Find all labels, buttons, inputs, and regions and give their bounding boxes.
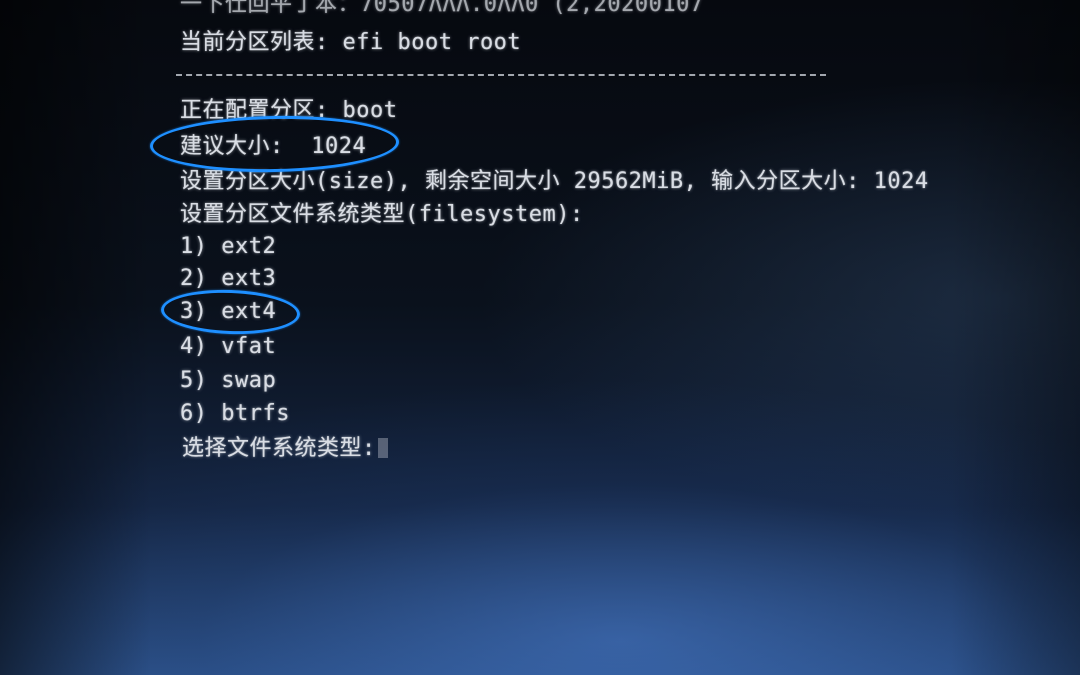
installer-console: 一下仕回平丁本：70507ΛΛΛ.0ΛΛ0 (2,20200107 当前分区列表… — [0, 0, 1080, 675]
select-filesystem-prompt[interactable]: 选择文件系统类型: — [182, 438, 388, 460]
fs-option-ext3[interactable]: 2) ext3 — [180, 268, 276, 290]
fs-option-swap[interactable]: 5) swap — [180, 370, 276, 392]
fs-option-btrfs[interactable]: 6) btrfs — [180, 403, 290, 425]
separator-rule — [176, 74, 826, 76]
text-cursor — [377, 438, 388, 458]
header-line: 一下仕回平丁本：70507ΛΛΛ.0ΛΛ0 (2,20200107 — [180, 0, 704, 17]
size-prompt-line[interactable]: 设置分区大小(size), 剩余空间大小 29562MiB, 输入分区大小: 1… — [180, 171, 929, 193]
fs-option-ext2[interactable]: 1) ext2 — [180, 236, 276, 258]
select-prompt-text: 选择文件系统类型: — [182, 436, 376, 461]
filesystem-prompt-line: 设置分区文件系统类型(filesystem): — [180, 202, 584, 227]
fs-option-vfat[interactable]: 4) vfat — [180, 336, 276, 358]
current-partitions-line: 当前分区列表: efi boot root — [180, 30, 522, 55]
